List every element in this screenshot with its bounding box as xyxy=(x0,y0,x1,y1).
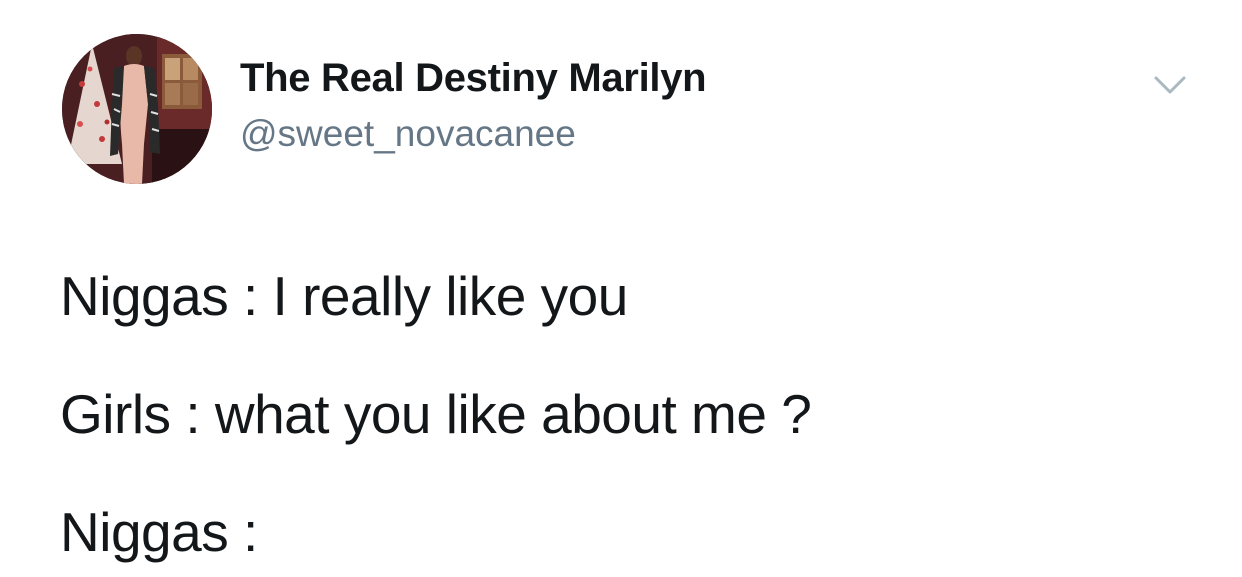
avatar-image xyxy=(62,34,212,184)
author-handle[interactable]: @sweet_novacanee xyxy=(240,113,576,155)
tweet-card: The Real Destiny Marilyn @sweet_novacane… xyxy=(0,0,1242,577)
chevron-down-icon[interactable] xyxy=(1150,70,1190,100)
tweet-text-line: Girls : what you like about me ? xyxy=(60,383,812,445)
tweet-text-line: Niggas : xyxy=(60,501,258,563)
tweet-text-line: Niggas : I really like you xyxy=(60,265,628,327)
author-display-name[interactable]: The Real Destiny Marilyn xyxy=(240,56,707,101)
avatar[interactable] xyxy=(62,34,212,184)
